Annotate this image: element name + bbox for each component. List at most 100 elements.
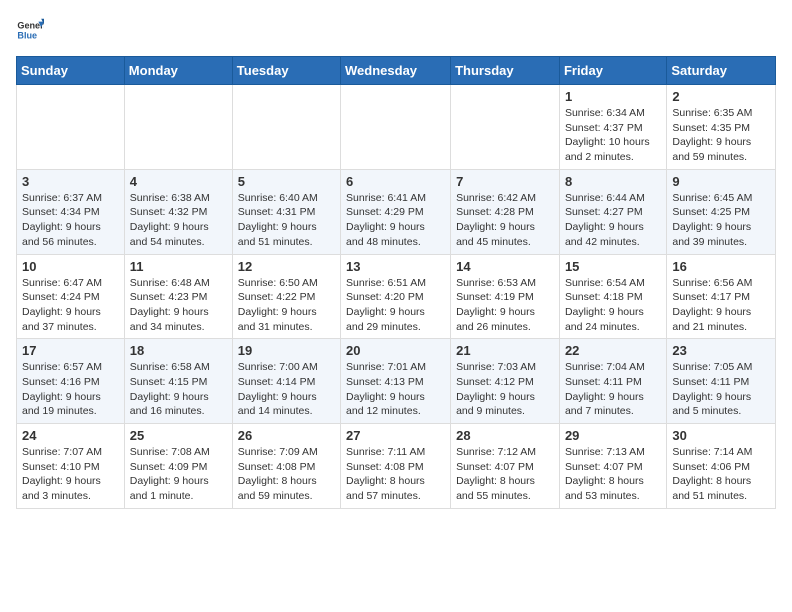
day-info: Sunrise: 7:00 AMSunset: 4:14 PMDaylight:… xyxy=(238,360,335,419)
day-info: Sunrise: 6:58 AMSunset: 4:15 PMDaylight:… xyxy=(130,360,227,419)
day-number: 13 xyxy=(346,259,445,274)
day-info: Sunrise: 6:38 AMSunset: 4:32 PMDaylight:… xyxy=(130,191,227,250)
day-info: Sunrise: 6:37 AMSunset: 4:34 PMDaylight:… xyxy=(22,191,119,250)
day-number: 3 xyxy=(22,174,119,189)
day-info: Sunrise: 6:57 AMSunset: 4:16 PMDaylight:… xyxy=(22,360,119,419)
calendar-cell: 3 Sunrise: 6:37 AMSunset: 4:34 PMDaylight… xyxy=(17,169,125,254)
calendar-table: SundayMondayTuesdayWednesdayThursdayFrid… xyxy=(16,56,776,509)
day-info: Sunrise: 6:42 AMSunset: 4:28 PMDaylight:… xyxy=(456,191,554,250)
day-number: 2 xyxy=(672,89,770,104)
calendar-cell xyxy=(341,85,451,170)
day-number: 6 xyxy=(346,174,445,189)
logo: General Blue xyxy=(16,16,48,44)
day-number: 15 xyxy=(565,259,661,274)
calendar-cell: 13 Sunrise: 6:51 AMSunset: 4:20 PMDayligh… xyxy=(341,254,451,339)
day-info: Sunrise: 6:51 AMSunset: 4:20 PMDaylight:… xyxy=(346,276,445,335)
calendar-cell xyxy=(451,85,560,170)
calendar-cell: 27 Sunrise: 7:11 AMSunset: 4:08 PMDayligh… xyxy=(341,424,451,509)
calendar-cell: 26 Sunrise: 7:09 AMSunset: 4:08 PMDayligh… xyxy=(232,424,340,509)
day-number: 25 xyxy=(130,428,227,443)
day-number: 5 xyxy=(238,174,335,189)
day-number: 8 xyxy=(565,174,661,189)
calendar-cell: 19 Sunrise: 7:00 AMSunset: 4:14 PMDayligh… xyxy=(232,339,340,424)
calendar-cell: 5 Sunrise: 6:40 AMSunset: 4:31 PMDaylight… xyxy=(232,169,340,254)
day-number: 7 xyxy=(456,174,554,189)
day-number: 30 xyxy=(672,428,770,443)
day-number: 22 xyxy=(565,343,661,358)
day-info: Sunrise: 6:45 AMSunset: 4:25 PMDaylight:… xyxy=(672,191,770,250)
calendar-cell: 29Sunrise: 7:13 AMSunset: 4:07 PMDayligh… xyxy=(559,424,666,509)
day-info: Sunrise: 7:12 AMSunset: 4:07 PMDaylight:… xyxy=(456,445,554,504)
day-number: 20 xyxy=(346,343,445,358)
svg-text:Blue: Blue xyxy=(17,30,37,40)
day-info: Sunrise: 7:11 AMSunset: 4:08 PMDaylight:… xyxy=(346,445,445,504)
calendar-cell: 16 Sunrise: 6:56 AMSunset: 4:17 PMDayligh… xyxy=(667,254,776,339)
calendar-cell: 20 Sunrise: 7:01 AMSunset: 4:13 PMDayligh… xyxy=(341,339,451,424)
day-info: Sunrise: 6:53 AMSunset: 4:19 PMDaylight:… xyxy=(456,276,554,335)
calendar-cell: 6 Sunrise: 6:41 AMSunset: 4:29 PMDaylight… xyxy=(341,169,451,254)
calendar-cell: 1 Sunrise: 6:34 AMSunset: 4:37 PMDaylight… xyxy=(559,85,666,170)
day-info: Sunrise: 6:56 AMSunset: 4:17 PMDaylight:… xyxy=(672,276,770,335)
day-info: Sunrise: 7:01 AMSunset: 4:13 PMDaylight:… xyxy=(346,360,445,419)
calendar-cell: 17 Sunrise: 6:57 AMSunset: 4:16 PMDayligh… xyxy=(17,339,125,424)
calendar-cell: 24 Sunrise: 7:07 AMSunset: 4:10 PMDayligh… xyxy=(17,424,125,509)
calendar-cell: 2 Sunrise: 6:35 AMSunset: 4:35 PMDaylight… xyxy=(667,85,776,170)
day-number: 9 xyxy=(672,174,770,189)
day-info: Sunrise: 7:07 AMSunset: 4:10 PMDaylight:… xyxy=(22,445,119,504)
day-info: Sunrise: 7:09 AMSunset: 4:08 PMDaylight:… xyxy=(238,445,335,504)
day-info: Sunrise: 6:34 AMSunset: 4:37 PMDaylight:… xyxy=(565,106,661,165)
day-header-wednesday: Wednesday xyxy=(341,57,451,85)
day-info: Sunrise: 7:13 AMSunset: 4:07 PMDaylight:… xyxy=(565,445,661,504)
day-info: Sunrise: 6:50 AMSunset: 4:22 PMDaylight:… xyxy=(238,276,335,335)
day-number: 11 xyxy=(130,259,227,274)
day-info: Sunrise: 6:54 AMSunset: 4:18 PMDaylight:… xyxy=(565,276,661,335)
calendar-cell: 21Sunrise: 7:03 AMSunset: 4:12 PMDayligh… xyxy=(451,339,560,424)
day-info: Sunrise: 6:41 AMSunset: 4:29 PMDaylight:… xyxy=(346,191,445,250)
day-number: 4 xyxy=(130,174,227,189)
day-header-sunday: Sunday xyxy=(17,57,125,85)
day-info: Sunrise: 6:47 AMSunset: 4:24 PMDaylight:… xyxy=(22,276,119,335)
calendar-cell: 14 Sunrise: 6:53 AMSunset: 4:19 PMDayligh… xyxy=(451,254,560,339)
calendar-cell: 22 Sunrise: 7:04 AMSunset: 4:11 PMDayligh… xyxy=(559,339,666,424)
day-header-friday: Friday xyxy=(559,57,666,85)
day-info: Sunrise: 6:44 AMSunset: 4:27 PMDaylight:… xyxy=(565,191,661,250)
day-info: Sunrise: 7:03 AMSunset: 4:12 PMDaylight:… xyxy=(456,360,554,419)
day-number: 23 xyxy=(672,343,770,358)
day-info: Sunrise: 6:40 AMSunset: 4:31 PMDaylight:… xyxy=(238,191,335,250)
day-info: Sunrise: 7:04 AMSunset: 4:11 PMDaylight:… xyxy=(565,360,661,419)
day-number: 26 xyxy=(238,428,335,443)
day-number: 14 xyxy=(456,259,554,274)
day-number: 1 xyxy=(565,89,661,104)
logo-icon: General Blue xyxy=(16,16,44,44)
day-number: 24 xyxy=(22,428,119,443)
day-header-thursday: Thursday xyxy=(451,57,560,85)
calendar-cell: 9 Sunrise: 6:45 AMSunset: 4:25 PMDaylight… xyxy=(667,169,776,254)
day-number: 18 xyxy=(130,343,227,358)
day-number: 12 xyxy=(238,259,335,274)
day-info: Sunrise: 6:35 AMSunset: 4:35 PMDaylight:… xyxy=(672,106,770,165)
day-number: 17 xyxy=(22,343,119,358)
day-info: Sunrise: 7:14 AMSunset: 4:06 PMDaylight:… xyxy=(672,445,770,504)
calendar-cell: 7 Sunrise: 6:42 AMSunset: 4:28 PMDaylight… xyxy=(451,169,560,254)
day-info: Sunrise: 7:08 AMSunset: 4:09 PMDaylight:… xyxy=(130,445,227,504)
calendar-cell: 4 Sunrise: 6:38 AMSunset: 4:32 PMDaylight… xyxy=(124,169,232,254)
calendar-cell xyxy=(232,85,340,170)
day-header-monday: Monday xyxy=(124,57,232,85)
calendar-cell: 28Sunrise: 7:12 AMSunset: 4:07 PMDayligh… xyxy=(451,424,560,509)
day-number: 16 xyxy=(672,259,770,274)
day-info: Sunrise: 7:05 AMSunset: 4:11 PMDaylight:… xyxy=(672,360,770,419)
day-header-saturday: Saturday xyxy=(667,57,776,85)
calendar-cell: 15 Sunrise: 6:54 AMSunset: 4:18 PMDayligh… xyxy=(559,254,666,339)
calendar-cell: 10 Sunrise: 6:47 AMSunset: 4:24 PMDayligh… xyxy=(17,254,125,339)
day-number: 19 xyxy=(238,343,335,358)
calendar-cell: 30 Sunrise: 7:14 AMSunset: 4:06 PMDayligh… xyxy=(667,424,776,509)
day-header-tuesday: Tuesday xyxy=(232,57,340,85)
calendar-cell: 18 Sunrise: 6:58 AMSunset: 4:15 PMDayligh… xyxy=(124,339,232,424)
day-number: 27 xyxy=(346,428,445,443)
page-header: General Blue xyxy=(16,16,776,44)
calendar-cell: 12 Sunrise: 6:50 AMSunset: 4:22 PMDayligh… xyxy=(232,254,340,339)
day-info: Sunrise: 6:48 AMSunset: 4:23 PMDaylight:… xyxy=(130,276,227,335)
day-number: 10 xyxy=(22,259,119,274)
calendar-cell: 11 Sunrise: 6:48 AMSunset: 4:23 PMDayligh… xyxy=(124,254,232,339)
calendar-cell: 8 Sunrise: 6:44 AMSunset: 4:27 PMDaylight… xyxy=(559,169,666,254)
